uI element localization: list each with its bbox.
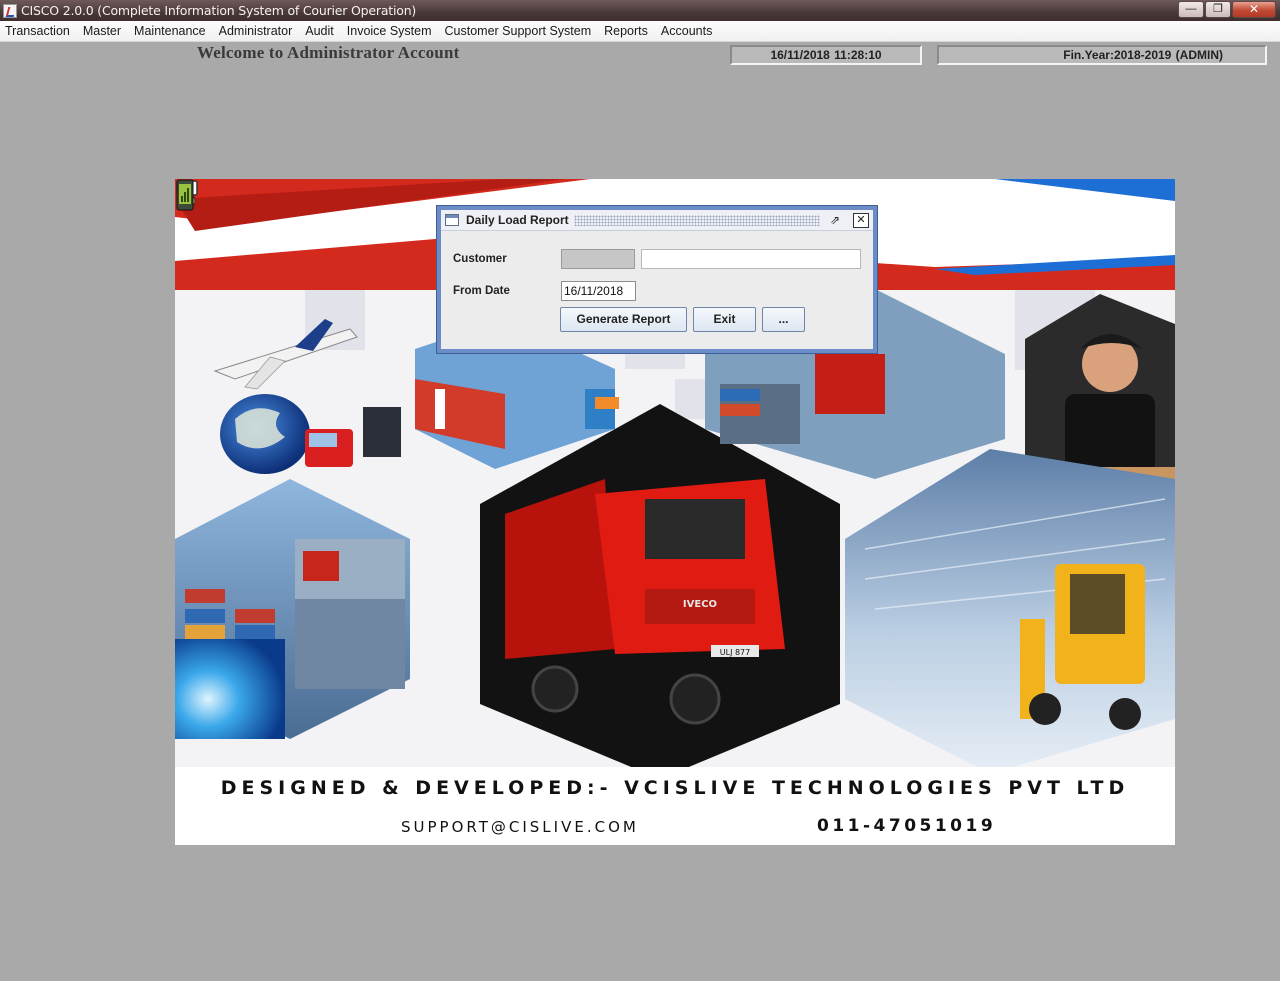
app-logo-icon	[3, 3, 17, 18]
window-titlebar[interactable]: CISCO 2.0.0 (Complete Information System…	[0, 0, 1280, 21]
menu-invoice-system[interactable]: Invoice System	[347, 24, 432, 38]
mobile-phone-icon	[176, 179, 194, 211]
restore-icon[interactable]: ⇗	[827, 213, 843, 228]
minimize-icon[interactable]: —	[1178, 1, 1204, 18]
generate-report-button[interactable]: Generate Report	[560, 307, 687, 332]
truck-plate-text: ULJ 877	[720, 648, 750, 657]
close-icon[interactable]: ✕	[1232, 1, 1276, 18]
customer-label: Customer	[453, 253, 507, 265]
dialog-titlebar[interactable]: Daily Load Report ⇗ ✕	[441, 210, 873, 231]
window-controls: — ❐ ✕	[1178, 1, 1276, 18]
financial-year-display: Fin.Year:2018-2019 (ADMIN)	[937, 45, 1267, 65]
from-date-label: From Date	[453, 285, 510, 297]
window-title: CISCO 2.0.0 (Complete Information System…	[21, 3, 417, 18]
menu-accounts[interactable]: Accounts	[661, 24, 712, 38]
from-date-field[interactable]: 16/11/2018	[561, 281, 636, 301]
menu-master[interactable]: Master	[83, 24, 121, 38]
menu-administrator[interactable]: Administrator	[219, 24, 293, 38]
exit-button[interactable]: Exit	[693, 307, 756, 332]
welcome-heading: Welcome to Administrator Account	[197, 43, 460, 62]
close-icon[interactable]: ✕	[853, 213, 869, 228]
restore-icon[interactable]: ❐	[1205, 1, 1231, 18]
datetime-display: 16/11/2018 11:28:10	[730, 45, 922, 65]
menu-reports[interactable]: Reports	[604, 24, 648, 38]
customer-code-field[interactable]	[561, 249, 635, 269]
support-phone: 011-47051019	[817, 816, 997, 836]
truck-badge-text: IVECO	[683, 599, 717, 610]
daily-load-report-dialog: Daily Load Report ⇗ ✕ Customer From Date…	[437, 206, 877, 353]
support-email: SUPPORT@CISLIVE.COM	[401, 818, 639, 836]
titlebar-grip	[574, 215, 820, 226]
menu-maintenance[interactable]: Maintenance	[134, 24, 206, 38]
frame-icon	[445, 214, 459, 226]
menu-transaction[interactable]: Transaction	[5, 24, 70, 38]
customer-name-field[interactable]	[641, 249, 861, 269]
developer-credit: DESIGNED & DEVELOPED:- VCISLIVE TECHNOLO…	[220, 777, 1130, 799]
dialog-title: Daily Load Report	[466, 213, 569, 227]
menu-customer-support-system[interactable]: Customer Support System	[445, 24, 592, 38]
more-options-button[interactable]: ...	[762, 307, 805, 332]
menu-audit[interactable]: Audit	[305, 24, 334, 38]
menu-bar: Transaction Master Maintenance Administr…	[0, 21, 1280, 42]
